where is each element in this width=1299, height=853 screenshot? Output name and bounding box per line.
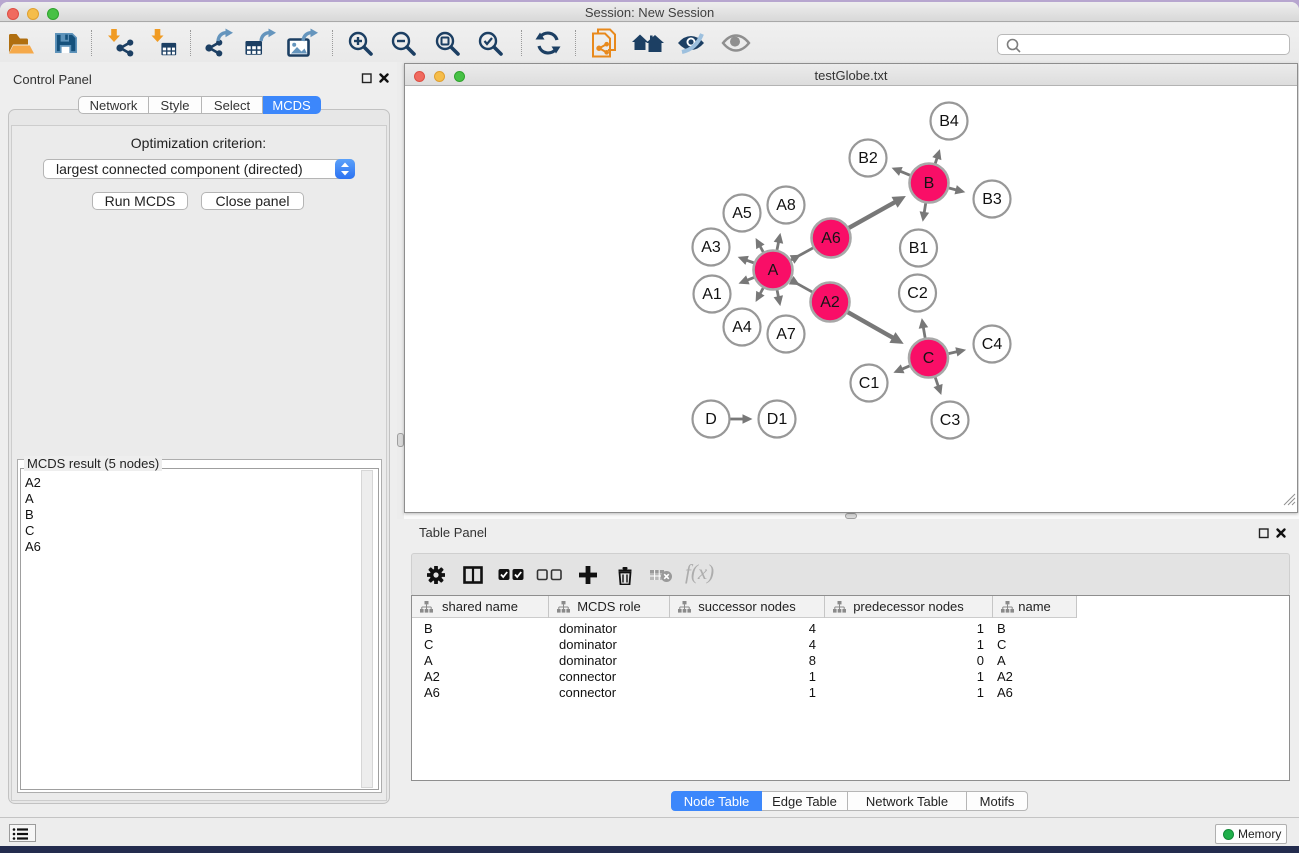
svg-text:A1: A1 <box>702 286 722 303</box>
svg-text:B2: B2 <box>858 150 878 167</box>
svg-text:A2: A2 <box>820 294 840 311</box>
svg-text:B3: B3 <box>982 191 1002 208</box>
svg-text:D1: D1 <box>767 411 788 428</box>
svg-text:C: C <box>923 350 935 367</box>
svg-text:A7: A7 <box>776 326 796 343</box>
svg-text:C4: C4 <box>982 336 1003 353</box>
svg-text:B4: B4 <box>939 113 959 130</box>
svg-text:A: A <box>768 262 779 279</box>
svg-text:A8: A8 <box>776 197 796 214</box>
svg-text:A3: A3 <box>701 239 721 256</box>
svg-text:C3: C3 <box>940 412 961 429</box>
svg-text:A4: A4 <box>732 319 752 336</box>
svg-text:B1: B1 <box>909 240 929 257</box>
svg-text:A6: A6 <box>821 230 841 247</box>
svg-text:C1: C1 <box>859 375 880 392</box>
svg-text:D: D <box>705 411 717 428</box>
svg-text:C2: C2 <box>907 285 928 302</box>
svg-text:B: B <box>924 175 935 192</box>
svg-text:A5: A5 <box>732 205 752 222</box>
